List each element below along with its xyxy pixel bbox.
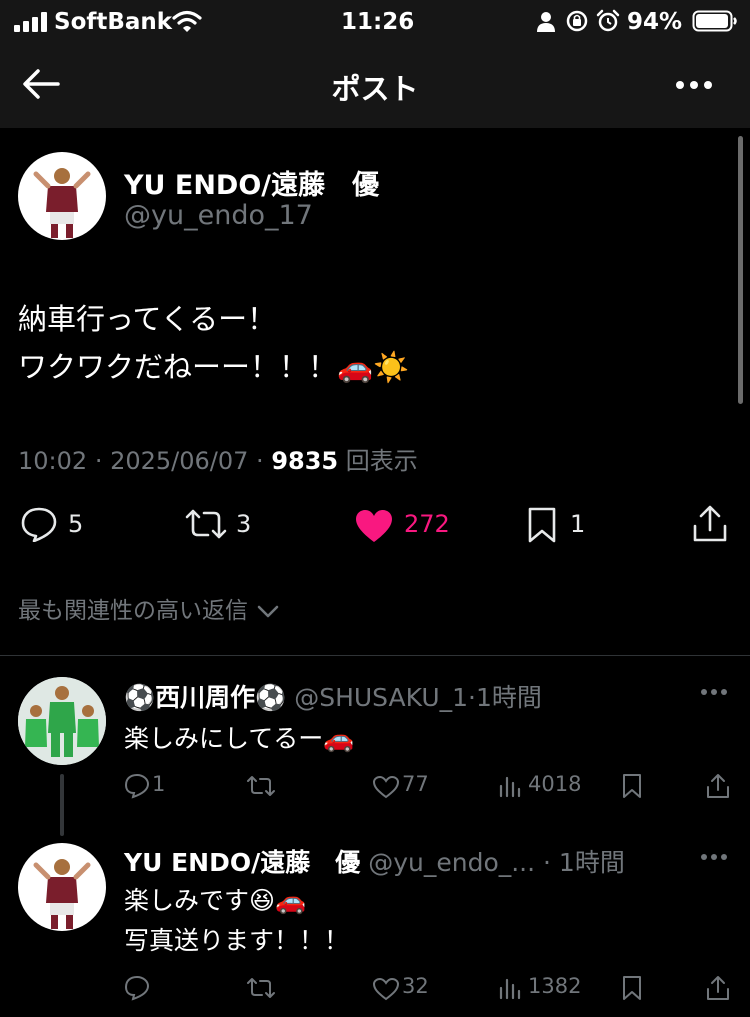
repost-icon[interactable]: [184, 508, 228, 540]
reply-action-bar: 32 1382: [124, 972, 734, 1004]
thread-line: [60, 774, 64, 836]
reply-view-count: 1382: [528, 974, 582, 998]
reply-sort-dropdown[interactable]: 最も関連性の高い返信: [18, 591, 279, 625]
reply-avatar[interactable]: [18, 677, 106, 765]
share-icon[interactable]: [692, 504, 728, 544]
reply-display-name[interactable]: YU ENDO/遠藤 優: [124, 848, 360, 877]
avatar-player-image: [33, 859, 91, 929]
post-meta: 10:02 · 2025/06/07 · 9835 回表示: [18, 447, 418, 475]
reply-count: 5: [68, 510, 84, 538]
post-text: ワクワクだねーー！！！: [18, 350, 338, 384]
reply-header: ⚽西川周作⚽ @SHUSAKU_1·1時間: [124, 683, 542, 712]
more-icon[interactable]: [700, 688, 728, 696]
wifi-icon: [172, 10, 202, 32]
reply-like-count: 32: [402, 974, 429, 998]
avatar-team-image: [18, 677, 106, 765]
signal-icon: [14, 12, 47, 32]
reply-display-name[interactable]: ⚽西川周作⚽: [124, 683, 286, 712]
battery-percent: 94%: [627, 9, 683, 35]
reply-time: 1時間: [558, 848, 625, 877]
carrier-name: SoftBank: [54, 9, 173, 35]
post-text-line-2: ワクワクだねーー！！！🚗☀️: [18, 344, 409, 386]
post-time: 10:02: [18, 447, 88, 475]
person-icon: [537, 12, 555, 32]
reply-header: YU ENDO/遠藤 優 @yu_endo_... · 1時間: [124, 848, 625, 877]
reply-avatar[interactable]: [18, 843, 106, 931]
like-count: 272: [404, 510, 450, 538]
author-display-name[interactable]: YU ENDO/遠藤 優: [124, 163, 379, 202]
share-icon[interactable]: [706, 974, 730, 1002]
reply-action-bar: 1 77 4018: [124, 770, 734, 802]
reply-view-count: 4018: [528, 772, 582, 796]
views-count: 9835: [271, 447, 339, 475]
share-icon[interactable]: [706, 772, 730, 800]
reply-reply-count: 1: [152, 772, 166, 796]
reply-icon[interactable]: [124, 773, 150, 799]
top-nav: ポスト: [0, 44, 750, 128]
more-icon[interactable]: [700, 853, 728, 861]
views-icon[interactable]: [498, 774, 522, 798]
heart-icon[interactable]: [354, 508, 394, 544]
reply-like-count: 77: [402, 772, 429, 796]
status-bar: SoftBank 11:26 94%: [0, 0, 750, 44]
lock-rotation-icon: [566, 10, 588, 32]
bookmark-icon[interactable]: [527, 506, 557, 544]
page-title: ポスト: [331, 72, 419, 106]
views-label: 回表示: [345, 447, 418, 475]
bookmark-icon[interactable]: [622, 773, 642, 799]
battery-icon: [692, 10, 737, 32]
avatar-player-image: [33, 168, 91, 238]
chevron-down-icon: [258, 605, 279, 617]
reply-icon[interactable]: [20, 506, 58, 542]
reply-handle[interactable]: @yu_endo_...: [368, 848, 535, 877]
reply-text-line-2: 写真送ります！！！: [124, 926, 350, 955]
heart-icon[interactable]: [372, 977, 400, 1001]
views-icon[interactable]: [498, 976, 522, 1000]
post-text-line-1: 納車行ってくるー！: [18, 302, 277, 336]
bookmark-icon[interactable]: [622, 975, 642, 1001]
post-action-bar: 5 3 272 1: [0, 500, 750, 548]
reply-time: 1時間: [476, 683, 542, 712]
divider: [0, 655, 750, 656]
status-time: 11:26: [341, 9, 415, 35]
author-handle[interactable]: @yu_endo_17: [124, 200, 313, 231]
reply-text-line-1: 楽しみです😆🚗: [124, 886, 307, 915]
alarm-icon: [596, 9, 620, 32]
reply-sort-label: 最も関連性の高い返信: [18, 598, 248, 624]
repost-icon[interactable]: [246, 775, 276, 797]
heart-icon[interactable]: [372, 775, 400, 799]
reply-icon[interactable]: [124, 975, 150, 1001]
post-date: 2025/06/07: [110, 447, 249, 475]
reply-text: 楽しみにしてるー🚗: [124, 724, 355, 753]
repost-count: 3: [236, 510, 252, 538]
author-avatar[interactable]: [18, 152, 106, 240]
repost-icon[interactable]: [246, 977, 276, 999]
more-icon[interactable]: [675, 80, 713, 90]
bookmark-count: 1: [570, 510, 586, 538]
car-sun-emoji: 🚗☀️: [337, 350, 410, 384]
reply-handle[interactable]: @SHUSAKU_1: [294, 683, 468, 712]
scrollbar[interactable]: [738, 136, 743, 404]
